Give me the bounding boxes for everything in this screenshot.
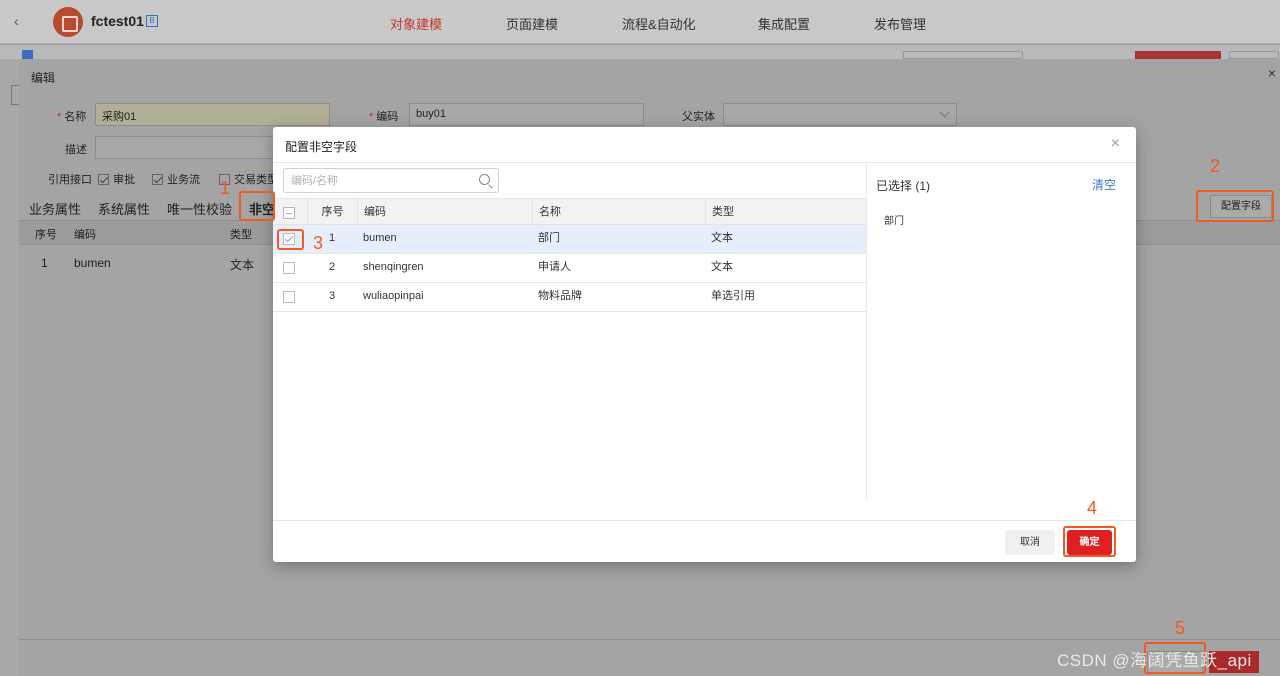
- app-logo: [53, 7, 83, 37]
- annotation-box-1: [239, 191, 275, 221]
- th-type: 类型: [230, 229, 252, 241]
- header-checkbox-cell: [273, 199, 307, 224]
- code-field[interactable]: buy01: [409, 103, 644, 126]
- chevron-down-icon: [939, 107, 950, 118]
- row-checkbox-cell: [273, 254, 307, 282]
- cancel-button[interactable]: 取消: [1005, 530, 1055, 555]
- parent-select[interactable]: [723, 103, 957, 126]
- row-type: 文本: [711, 232, 733, 244]
- edit-title: 编辑: [31, 71, 56, 85]
- row-index: 2: [328, 261, 336, 273]
- parent-label: 父实体: [682, 111, 715, 123]
- row-type: 文本: [711, 261, 733, 273]
- row-index: 1: [41, 256, 48, 270]
- name-field[interactable]: 采购01: [95, 103, 330, 126]
- chevron-left-icon[interactable]: ‹: [14, 13, 19, 29]
- table-row[interactable]: 2 shenqingren 申请人 文本: [273, 254, 866, 283]
- checkbox-icon: [98, 174, 109, 185]
- background-search: [903, 51, 1023, 59]
- search-icon[interactable]: [479, 174, 490, 185]
- ref-option-approval[interactable]: 审批: [98, 171, 135, 187]
- selected-item: 部门: [884, 216, 904, 227]
- desc-label: 描述: [65, 144, 87, 156]
- close-icon[interactable]: ×: [1268, 65, 1276, 81]
- tab-system-attrs[interactable]: 系统属性: [98, 199, 150, 218]
- nav-publish-manage[interactable]: 发布管理: [874, 14, 926, 33]
- background-toolbar: [0, 45, 1280, 59]
- panel-divider: [866, 163, 867, 499]
- row-name: 物料品牌: [538, 290, 582, 302]
- modal-title: 配置非空字段: [285, 140, 358, 154]
- row-code: shenqingren: [363, 261, 424, 273]
- selected-title: 已选择 (1): [876, 179, 931, 193]
- background-button: [1229, 51, 1279, 59]
- tab-business-attrs[interactable]: 业务属性: [29, 199, 81, 218]
- th-code: 编码: [357, 199, 532, 224]
- nav-object-modeling[interactable]: 对象建模: [390, 14, 442, 33]
- row-type: 单选引用: [711, 290, 755, 302]
- row-code: bumen: [74, 256, 111, 270]
- code-label: * 编码: [369, 111, 399, 123]
- annotation-5: 5: [1175, 618, 1186, 638]
- row-name: 部门: [538, 232, 560, 244]
- app-badge: B: [146, 15, 158, 27]
- row-checkbox-cell: [273, 283, 307, 311]
- annotation-2: 2: [1210, 156, 1221, 176]
- annotation-4: 4: [1087, 498, 1098, 518]
- search-input[interactable]: [284, 169, 464, 192]
- table-row[interactable]: 3 wuliaopinpai 物料品牌 单选引用: [273, 283, 866, 312]
- row-code: wuliaopinpai: [363, 290, 424, 302]
- desc-field[interactable]: [95, 136, 275, 159]
- select-all-checkbox[interactable]: [283, 207, 295, 219]
- top-nav-bar: ‹ fctest01 B 对象建模 页面建模 流程&自动化 集成配置 发布管理: [0, 0, 1280, 44]
- th-type: 类型: [705, 199, 866, 224]
- ref-option-bizflow[interactable]: 业务流: [152, 171, 200, 187]
- nav-flow-automation[interactable]: 流程&自动化: [622, 14, 696, 33]
- tab-uniqueness[interactable]: 唯一性校验: [167, 199, 232, 218]
- annotation-3: 3: [313, 233, 324, 253]
- background-left-edge: [0, 59, 21, 676]
- background-checkbox: [22, 50, 33, 59]
- modal-footer-divider: [273, 520, 1136, 521]
- name-label: * 名称: [57, 111, 87, 123]
- app-name: fctest01: [91, 13, 144, 29]
- grid-header: 序号 编码 名称 类型: [273, 198, 866, 225]
- row-checkbox[interactable]: [283, 291, 295, 303]
- row-checkbox[interactable]: [283, 262, 295, 274]
- th-name: 名称: [532, 199, 705, 224]
- fields-grid: 序号 编码 名称 类型 1 bumen 部门 文本 2 shenqingren …: [273, 198, 866, 312]
- nav-integration-config[interactable]: 集成配置: [758, 14, 810, 33]
- checkbox-icon: [152, 174, 163, 185]
- annotation-1: 1: [220, 178, 231, 198]
- modal-header: 配置非空字段 ×: [273, 127, 1136, 163]
- nav-page-modeling[interactable]: 页面建模: [506, 14, 558, 33]
- th-index: 序号: [307, 199, 357, 224]
- annotation-box-2: [1196, 190, 1274, 222]
- th-index: 序号: [35, 229, 57, 241]
- config-non-empty-modal: 配置非空字段 × 序号 编码 名称 类型 1 bumen 部门 文本 2 she…: [273, 127, 1136, 562]
- row-name: 申请人: [538, 261, 571, 273]
- row-code: bumen: [363, 232, 397, 244]
- annotation-box-3: [277, 229, 304, 250]
- watermark: CSDN @海阔凭鱼跃_api: [1057, 651, 1252, 670]
- table-row[interactable]: 1 bumen 部门 文本: [273, 225, 866, 254]
- close-icon[interactable]: ×: [1111, 135, 1120, 153]
- ref-label: 引用接口: [48, 174, 92, 186]
- clear-link[interactable]: 清空: [1092, 176, 1116, 193]
- row-type: 文本: [230, 258, 255, 272]
- th-code: 编码: [74, 229, 96, 241]
- annotation-box-4: [1063, 526, 1116, 557]
- search-box: [283, 168, 499, 193]
- row-index: 3: [328, 290, 336, 302]
- background-primary-button: [1135, 51, 1221, 59]
